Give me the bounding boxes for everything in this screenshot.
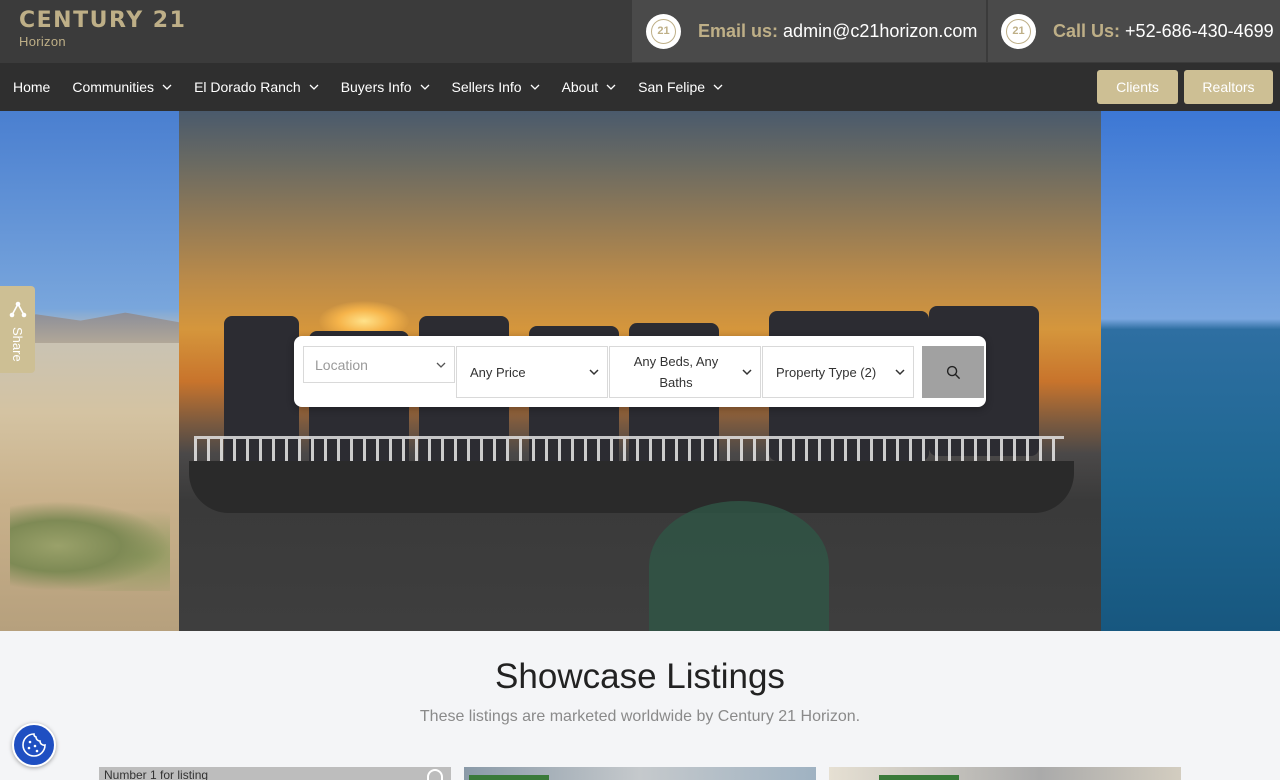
price-dropdown[interactable]: Any Price [456, 346, 608, 398]
property-type-value: Property Type (2) [776, 364, 877, 380]
beds-baths-dropdown[interactable]: Any Beds, Any Baths [609, 346, 761, 398]
green-path [649, 501, 829, 631]
nav-item-san-felipe[interactable]: San Felipe [638, 79, 723, 95]
hero-image-sea [1101, 111, 1280, 631]
location-placeholder: Location [315, 356, 368, 373]
phone-number[interactable]: +52-686-430-4699 [1125, 21, 1274, 41]
sign-base [189, 461, 1074, 513]
nav-item-sellers-info[interactable]: Sellers Info [452, 79, 540, 95]
email-label: Email us: [698, 20, 779, 41]
cookie-settings-button[interactable] [12, 723, 56, 767]
showcase-subtitle: These listings are marketed worldwide by… [419, 708, 861, 725]
realtors-button[interactable]: Realtors [1184, 70, 1273, 104]
location-dropdown[interactable]: Location [303, 346, 455, 383]
chevron-down-icon [606, 84, 616, 90]
listing-card[interactable] [829, 767, 1181, 780]
logo-brand: CENTURY 21 [19, 8, 187, 33]
chevron-down-icon [420, 84, 429, 90]
chevron-down-icon [713, 84, 723, 90]
chevron-down-icon [309, 84, 319, 90]
bush-shape [10, 501, 170, 591]
top-bar: CENTURY 21 Horizon 21 Email us: admin@c2… [0, 0, 1280, 63]
chevron-down-icon [589, 369, 599, 376]
nav-item-buyers-info[interactable]: Buyers Info [341, 79, 430, 95]
cookie-icon [22, 733, 46, 757]
price-value: Any Price [470, 364, 526, 380]
email-text[interactable]: Email us: admin@c21horizon.com [698, 21, 977, 42]
phone-label: Call Us: [1053, 20, 1121, 41]
property-type-dropdown[interactable]: Property Type (2) [762, 346, 914, 398]
white-fence [194, 436, 1064, 464]
listing-card[interactable] [464, 767, 816, 780]
main-nav: Home Communities El Dorado Ranch Buyers … [0, 63, 1280, 111]
listing-card[interactable]: Number 1 for listing [99, 767, 451, 780]
logo-subtitle: Horizon [19, 34, 66, 49]
nav-item-about[interactable]: About [562, 79, 617, 95]
nav-item-el-dorado-ranch[interactable]: El Dorado Ranch [194, 79, 319, 95]
beds-baths-value: Any Beds, Any Baths [633, 354, 719, 390]
search-icon [946, 365, 960, 379]
chevron-down-icon [742, 369, 752, 376]
email-contact[interactable]: 21 Email us: admin@c21horizon.com [632, 0, 986, 62]
share-tab[interactable]: Share [0, 286, 35, 373]
share-icon [9, 301, 26, 318]
listing-tag [469, 775, 549, 780]
heart-icon[interactable] [427, 769, 443, 780]
phone-contact[interactable]: 21 Call Us: +52-686-430-4699 [988, 0, 1280, 62]
c21-badge-icon: 21 [646, 13, 681, 49]
listing-tag [879, 775, 959, 780]
nav-item-home[interactable]: Home [13, 79, 50, 95]
share-label: Share [10, 327, 25, 362]
email-address[interactable]: admin@c21horizon.com [783, 21, 977, 41]
chevron-down-icon [436, 362, 446, 368]
phone-text[interactable]: Call Us: +52-686-430-4699 [1053, 21, 1274, 42]
chevron-down-icon [895, 369, 905, 376]
chevron-down-icon [530, 84, 540, 90]
nav-item-communities[interactable]: Communities [72, 79, 172, 95]
showcase-title: Showcase Listings [495, 657, 785, 696]
chevron-down-icon [162, 84, 172, 90]
c21-badge-icon: 21 [1001, 13, 1036, 49]
search-button[interactable] [922, 346, 984, 398]
property-search-bar: Location Any Price Any Beds, Any Baths Pr… [294, 336, 986, 407]
nav-menu: Home Communities El Dorado Ranch Buyers … [13, 63, 745, 111]
logo[interactable]: CENTURY 21 Horizon [19, 8, 186, 49]
clients-button[interactable]: Clients [1097, 70, 1178, 104]
listing-label: Number 1 for listing [104, 768, 209, 780]
